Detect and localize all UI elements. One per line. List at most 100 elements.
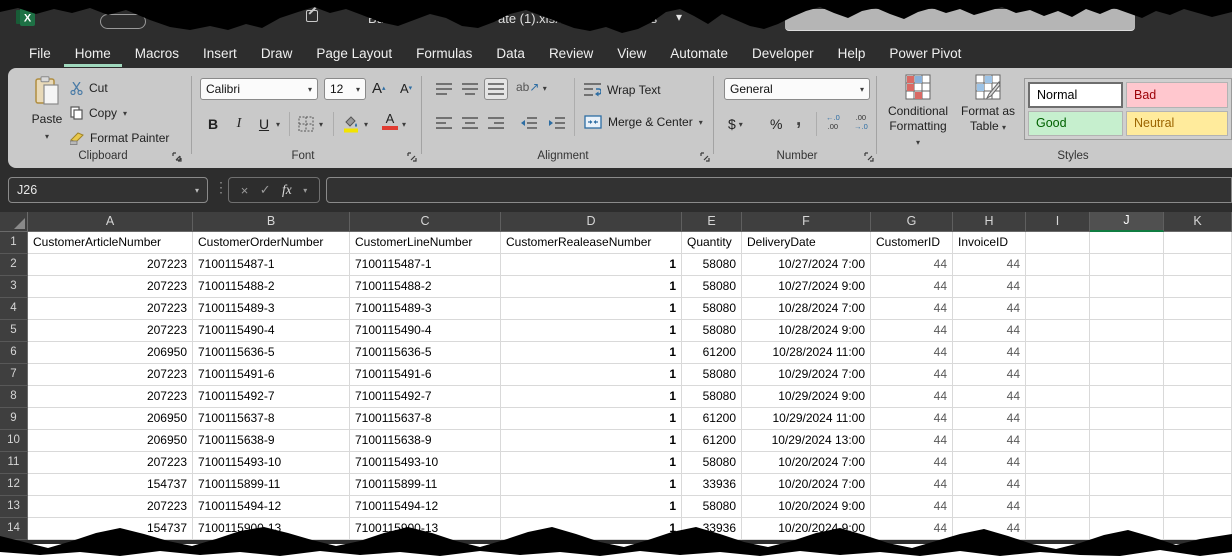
font-color-chevron-icon[interactable]: ▾ [402,120,406,129]
cell-D12[interactable]: 1 [501,474,682,496]
cell-A10[interactable]: 206950 [28,430,193,452]
cell-I3[interactable] [1026,276,1090,298]
cell-E10[interactable]: 61200 [682,430,742,452]
cell-B8[interactable]: 7100115492-7 [193,386,350,408]
cell-D5[interactable]: 1 [501,320,682,342]
cell-J4[interactable] [1090,298,1164,320]
cell-A14[interactable]: 154737 [28,518,193,540]
decrease-indent-button[interactable] [516,112,540,134]
cell-J5[interactable] [1090,320,1164,342]
row-header-14[interactable]: 14 [0,518,28,540]
cell-B10[interactable]: 7100115638-9 [193,430,350,452]
cell-K12[interactable] [1164,474,1232,496]
row-header-8[interactable]: 8 [0,386,28,408]
cell-H13[interactable]: 44 [953,496,1026,518]
cell-B11[interactable]: 7100115493-10 [193,452,350,474]
fx-chevron-icon[interactable]: ▾ [303,186,307,195]
paste-button[interactable]: Paste ▾ [24,76,70,152]
column-header-D[interactable]: D [501,212,682,232]
cell-C13[interactable]: 7100115494-12 [350,496,501,518]
cell-H7[interactable]: 44 [953,364,1026,386]
cell-A11[interactable]: 207223 [28,452,193,474]
cell-A2[interactable]: 207223 [28,254,193,276]
align-center-button[interactable] [458,112,482,134]
cell-A1[interactable]: CustomerArticleNumber [28,232,193,254]
font-name-combo[interactable]: Calibri ▾ [200,78,318,100]
cell-H14[interactable]: 44 [953,518,1026,540]
cell-G14[interactable]: 44 [871,518,953,540]
cell-I12[interactable] [1026,474,1090,496]
cell-B7[interactable]: 7100115491-6 [193,364,350,386]
cell-I14[interactable] [1026,518,1090,540]
title-dropdown-chevron-icon[interactable]: ▾ [676,10,682,24]
cell-A9[interactable]: 206950 [28,408,193,430]
cell-K8[interactable] [1164,386,1232,408]
cell-C2[interactable]: 7100115487-1 [350,254,501,276]
comma-style-button[interactable]: , [796,112,801,136]
cell-H9[interactable]: 44 [953,408,1026,430]
format-as-table-button[interactable]: Format as Table ▾ [956,74,1020,135]
cell-J8[interactable] [1090,386,1164,408]
style-neutral[interactable]: Neutral [1126,111,1228,137]
cell-K6[interactable] [1164,342,1232,364]
cell-I4[interactable] [1026,298,1090,320]
cell-H1[interactable]: InvoiceID [953,232,1026,254]
cell-I10[interactable] [1026,430,1090,452]
cell-H3[interactable]: 44 [953,276,1026,298]
tab-file[interactable]: File [18,42,62,67]
cell-C14[interactable]: 7100115900-13 [350,518,501,540]
cell-F7[interactable]: 10/29/2024 7:00 [742,364,871,386]
tab-home[interactable]: Home [64,42,122,67]
cell-K14[interactable] [1164,518,1232,540]
style-normal[interactable]: Normal [1028,82,1123,108]
column-header-C[interactable]: C [350,212,501,232]
cell-I1[interactable] [1026,232,1090,254]
alignment-dialog-launcher-icon[interactable] [700,152,711,163]
cell-D11[interactable]: 1 [501,452,682,474]
style-good[interactable]: Good [1028,111,1123,137]
tab-developer[interactable]: Developer [741,42,825,67]
cell-B5[interactable]: 7100115490-4 [193,320,350,342]
cell-J9[interactable] [1090,408,1164,430]
tab-data[interactable]: Data [485,42,536,67]
column-header-E[interactable]: E [682,212,742,232]
cell-F1[interactable]: DeliveryDate [742,232,871,254]
cell-B2[interactable]: 7100115487-1 [193,254,350,276]
cell-K5[interactable] [1164,320,1232,342]
row-header-11[interactable]: 11 [0,452,28,474]
row-header-6[interactable]: 6 [0,342,28,364]
cell-H4[interactable]: 44 [953,298,1026,320]
row-header-13[interactable]: 13 [0,496,28,518]
style-bad[interactable]: Bad [1126,82,1228,108]
underline-button[interactable]: U [256,112,272,136]
cell-G10[interactable]: 44 [871,430,953,452]
cell-E4[interactable]: 58080 [682,298,742,320]
cell-D7[interactable]: 1 [501,364,682,386]
percent-style-button[interactable]: % [770,112,782,136]
cell-G13[interactable]: 44 [871,496,953,518]
cell-A5[interactable]: 207223 [28,320,193,342]
increase-decimal-button[interactable]: ←.0 .00 [826,113,840,131]
cell-E8[interactable]: 58080 [682,386,742,408]
row-header-3[interactable]: 3 [0,276,28,298]
cell-D13[interactable]: 1 [501,496,682,518]
cell-F14[interactable]: 10/20/2024 9:00 [742,518,871,540]
cell-H12[interactable]: 44 [953,474,1026,496]
cell-E11[interactable]: 58080 [682,452,742,474]
cell-C10[interactable]: 7100115638-9 [350,430,501,452]
decrease-font-size-button[interactable]: A▾ [400,76,412,100]
underline-chevron-icon[interactable]: ▾ [276,120,280,129]
cell-K2[interactable] [1164,254,1232,276]
decrease-decimal-button[interactable]: .00 →.0 [854,113,868,131]
cell-J11[interactable] [1090,452,1164,474]
cell-C9[interactable]: 7100115637-8 [350,408,501,430]
cell-G7[interactable]: 44 [871,364,953,386]
column-header-F[interactable]: F [742,212,871,232]
cell-C8[interactable]: 7100115492-7 [350,386,501,408]
cell-H5[interactable]: 44 [953,320,1026,342]
italic-button[interactable]: I [232,112,246,136]
fill-color-icon[interactable] [342,114,360,133]
cell-F2[interactable]: 10/27/2024 7:00 [742,254,871,276]
tab-automate[interactable]: Automate [659,42,739,67]
tab-insert[interactable]: Insert [192,42,248,67]
